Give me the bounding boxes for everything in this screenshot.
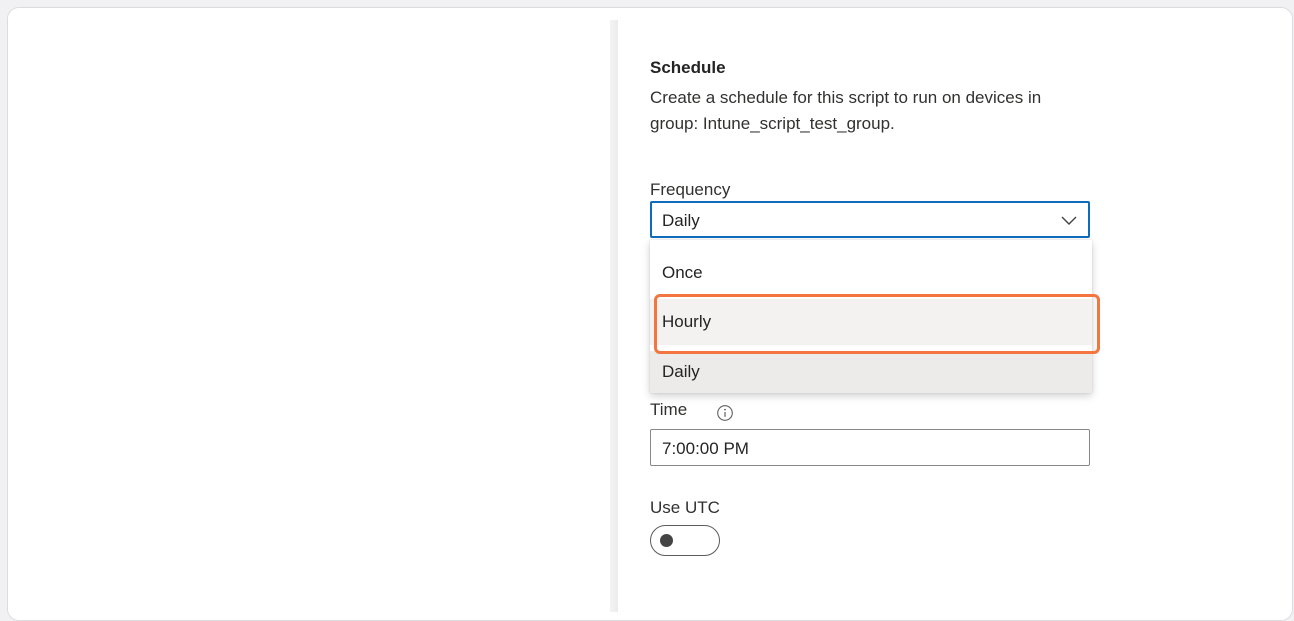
time-label: Time xyxy=(650,400,688,419)
schedule-panel: Schedule Create a schedule for this scri… xyxy=(618,8,1292,620)
toggle-knob xyxy=(660,534,673,547)
chevron-down-icon xyxy=(1061,216,1077,225)
frequency-option-once[interactable]: Once xyxy=(650,250,1092,296)
frequency-option-hourly[interactable]: Hourly xyxy=(650,299,1092,345)
schedule-title: Schedule xyxy=(650,58,726,77)
frequency-label: Frequency xyxy=(650,180,731,199)
time-input[interactable]: 7:00:00 PM xyxy=(650,429,1090,466)
frequency-selected-value: Daily xyxy=(662,211,700,230)
left-pane xyxy=(8,8,610,620)
frequency-dropdown: Once Hourly Daily xyxy=(650,240,1092,393)
use-utc-label: Use UTC xyxy=(650,498,720,517)
schedule-description: Create a schedule for this script to run… xyxy=(650,88,1042,133)
app-window: Schedule Create a schedule for this scri… xyxy=(7,7,1293,621)
time-input-value: 7:00:00 PM xyxy=(662,439,749,458)
frequency-option-daily[interactable]: Daily xyxy=(650,351,1092,393)
use-utc-toggle[interactable] xyxy=(650,525,720,556)
pane-divider xyxy=(610,20,618,612)
frequency-select[interactable]: Daily xyxy=(650,201,1090,238)
info-icon[interactable] xyxy=(716,404,734,422)
